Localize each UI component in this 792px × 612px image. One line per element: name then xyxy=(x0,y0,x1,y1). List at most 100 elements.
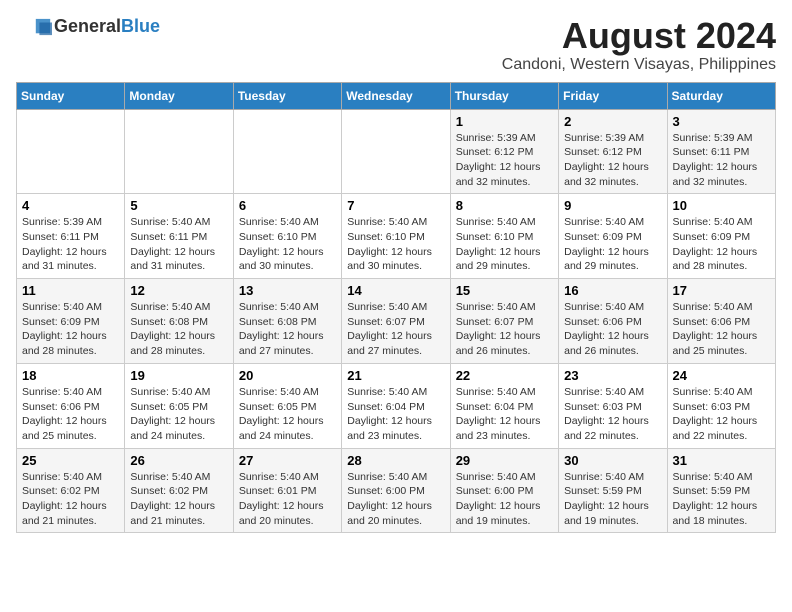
day-number: 12 xyxy=(130,283,227,298)
day-number: 10 xyxy=(673,198,770,213)
day-info: Sunrise: 5:40 AMSunset: 6:10 PMDaylight:… xyxy=(347,215,444,274)
day-info: Sunrise: 5:40 AMSunset: 6:09 PMDaylight:… xyxy=(673,215,770,274)
table-row: 24 Sunrise: 5:40 AMSunset: 6:03 PMDayligh… xyxy=(667,363,775,448)
day-number: 19 xyxy=(130,368,227,383)
day-number: 6 xyxy=(239,198,336,213)
day-info: Sunrise: 5:40 AMSunset: 6:08 PMDaylight:… xyxy=(130,300,227,359)
day-number: 15 xyxy=(456,283,553,298)
table-row: 3 Sunrise: 5:39 AMSunset: 6:11 PMDaylight… xyxy=(667,109,775,194)
day-info: Sunrise: 5:40 AMSunset: 6:05 PMDaylight:… xyxy=(130,385,227,444)
day-number: 9 xyxy=(564,198,661,213)
table-row: 10 Sunrise: 5:40 AMSunset: 6:09 PMDayligh… xyxy=(667,194,775,279)
calendar-week-row: 25 Sunrise: 5:40 AMSunset: 6:02 PMDayligh… xyxy=(17,448,776,533)
col-wednesday: Wednesday xyxy=(342,82,450,109)
table-row: 28Sunrise: 5:40 AMSunset: 6:00 PMDayligh… xyxy=(342,448,450,533)
table-row: 4 Sunrise: 5:39 AMSunset: 6:11 PMDaylight… xyxy=(17,194,125,279)
day-number: 1 xyxy=(456,114,553,129)
logo: GeneralBlue xyxy=(16,16,160,37)
table-row: 29 Sunrise: 5:40 AMSunset: 6:00 PMDayligh… xyxy=(450,448,558,533)
day-info: Sunrise: 5:39 AMSunset: 6:12 PMDaylight:… xyxy=(564,131,661,190)
table-row: 13Sunrise: 5:40 AMSunset: 6:08 PMDayligh… xyxy=(233,279,341,364)
table-row: 6 Sunrise: 5:40 AMSunset: 6:10 PMDaylight… xyxy=(233,194,341,279)
table-row: 20 Sunrise: 5:40 AMSunset: 6:05 PMDayligh… xyxy=(233,363,341,448)
day-info: Sunrise: 5:40 AMSunset: 6:05 PMDaylight:… xyxy=(239,385,336,444)
table-row: 5 Sunrise: 5:40 AMSunset: 6:11 PMDaylight… xyxy=(125,194,233,279)
day-number: 20 xyxy=(239,368,336,383)
table-row: 30Sunrise: 5:40 AMSunset: 5:59 PMDayligh… xyxy=(559,448,667,533)
day-info: Sunrise: 5:40 AMSunset: 6:11 PMDaylight:… xyxy=(130,215,227,274)
table-row: 7 Sunrise: 5:40 AMSunset: 6:10 PMDaylight… xyxy=(342,194,450,279)
day-number: 2 xyxy=(564,114,661,129)
day-number: 13 xyxy=(239,283,336,298)
table-row: 18 Sunrise: 5:40 AMSunset: 6:06 PMDayligh… xyxy=(17,363,125,448)
day-info: Sunrise: 5:40 AMSunset: 6:10 PMDaylight:… xyxy=(456,215,553,274)
table-row: 21Sunrise: 5:40 AMSunset: 6:04 PMDayligh… xyxy=(342,363,450,448)
logo-icon xyxy=(16,17,52,37)
day-number: 28 xyxy=(347,453,444,468)
table-row: 15Sunrise: 5:40 AMSunset: 6:07 PMDayligh… xyxy=(450,279,558,364)
day-number: 17 xyxy=(673,283,770,298)
day-info: Sunrise: 5:40 AMSunset: 6:06 PMDaylight:… xyxy=(564,300,661,359)
day-number: 27 xyxy=(239,453,336,468)
calendar-week-row: 4 Sunrise: 5:39 AMSunset: 6:11 PMDaylight… xyxy=(17,194,776,279)
title-area: August 2024 Candoni, Western Visayas, Ph… xyxy=(502,16,776,74)
day-info: Sunrise: 5:40 AMSunset: 6:02 PMDaylight:… xyxy=(22,470,119,529)
calendar-week-row: 18 Sunrise: 5:40 AMSunset: 6:06 PMDayligh… xyxy=(17,363,776,448)
day-info: Sunrise: 5:40 AMSunset: 5:59 PMDaylight:… xyxy=(673,470,770,529)
day-info: Sunrise: 5:40 AMSunset: 6:10 PMDaylight:… xyxy=(239,215,336,274)
day-number: 25 xyxy=(22,453,119,468)
day-number: 22 xyxy=(456,368,553,383)
table-row: 12 Sunrise: 5:40 AMSunset: 6:08 PMDayligh… xyxy=(125,279,233,364)
table-row: 27 Sunrise: 5:40 AMSunset: 6:01 PMDayligh… xyxy=(233,448,341,533)
table-row: 22 Sunrise: 5:40 AMSunset: 6:04 PMDayligh… xyxy=(450,363,558,448)
col-monday: Monday xyxy=(125,82,233,109)
day-number: 31 xyxy=(673,453,770,468)
day-number: 5 xyxy=(130,198,227,213)
table-row: 2 Sunrise: 5:39 AMSunset: 6:12 PMDaylight… xyxy=(559,109,667,194)
page-title: August 2024 xyxy=(502,16,776,56)
day-info: Sunrise: 5:40 AMSunset: 6:09 PMDaylight:… xyxy=(564,215,661,274)
day-number: 26 xyxy=(130,453,227,468)
day-number: 24 xyxy=(673,368,770,383)
day-number: 29 xyxy=(456,453,553,468)
day-info: Sunrise: 5:39 AMSunset: 6:12 PMDaylight:… xyxy=(456,131,553,190)
col-tuesday: Tuesday xyxy=(233,82,341,109)
table-row: 26 Sunrise: 5:40 AMSunset: 6:02 PMDayligh… xyxy=(125,448,233,533)
table-row: 16Sunrise: 5:40 AMSunset: 6:06 PMDayligh… xyxy=(559,279,667,364)
calendar-week-row: 1 Sunrise: 5:39 AMSunset: 6:12 PMDaylight… xyxy=(17,109,776,194)
col-friday: Friday xyxy=(559,82,667,109)
day-number: 4 xyxy=(22,198,119,213)
day-number: 23 xyxy=(564,368,661,383)
table-row: 31 Sunrise: 5:40 AMSunset: 5:59 PMDayligh… xyxy=(667,448,775,533)
day-info: Sunrise: 5:40 AMSunset: 5:59 PMDaylight:… xyxy=(564,470,661,529)
table-row xyxy=(233,109,341,194)
day-number: 18 xyxy=(22,368,119,383)
day-info: Sunrise: 5:40 AMSunset: 6:06 PMDaylight:… xyxy=(673,300,770,359)
day-info: Sunrise: 5:40 AMSunset: 6:03 PMDaylight:… xyxy=(673,385,770,444)
day-number: 11 xyxy=(22,283,119,298)
day-number: 14 xyxy=(347,283,444,298)
col-thursday: Thursday xyxy=(450,82,558,109)
table-row: 19 Sunrise: 5:40 AMSunset: 6:05 PMDayligh… xyxy=(125,363,233,448)
day-info: Sunrise: 5:40 AMSunset: 6:04 PMDaylight:… xyxy=(456,385,553,444)
calendar-header-row: Sunday Monday Tuesday Wednesday Thursday… xyxy=(17,82,776,109)
day-info: Sunrise: 5:39 AMSunset: 6:11 PMDaylight:… xyxy=(22,215,119,274)
table-row xyxy=(17,109,125,194)
day-info: Sunrise: 5:40 AMSunset: 6:03 PMDaylight:… xyxy=(564,385,661,444)
day-number: 3 xyxy=(673,114,770,129)
table-row xyxy=(125,109,233,194)
col-saturday: Saturday xyxy=(667,82,775,109)
day-info: Sunrise: 5:40 AMSunset: 6:07 PMDaylight:… xyxy=(347,300,444,359)
calendar: Sunday Monday Tuesday Wednesday Thursday… xyxy=(16,82,776,534)
day-info: Sunrise: 5:40 AMSunset: 6:02 PMDaylight:… xyxy=(130,470,227,529)
day-info: Sunrise: 5:40 AMSunset: 6:01 PMDaylight:… xyxy=(239,470,336,529)
day-info: Sunrise: 5:40 AMSunset: 6:06 PMDaylight:… xyxy=(22,385,119,444)
table-row xyxy=(342,109,450,194)
table-row: 14 Sunrise: 5:40 AMSunset: 6:07 PMDayligh… xyxy=(342,279,450,364)
calendar-week-row: 11Sunrise: 5:40 AMSunset: 6:09 PMDayligh… xyxy=(17,279,776,364)
day-info: Sunrise: 5:40 AMSunset: 6:00 PMDaylight:… xyxy=(456,470,553,529)
day-info: Sunrise: 5:39 AMSunset: 6:11 PMDaylight:… xyxy=(673,131,770,190)
col-sunday: Sunday xyxy=(17,82,125,109)
day-number: 7 xyxy=(347,198,444,213)
table-row: 23 Sunrise: 5:40 AMSunset: 6:03 PMDayligh… xyxy=(559,363,667,448)
